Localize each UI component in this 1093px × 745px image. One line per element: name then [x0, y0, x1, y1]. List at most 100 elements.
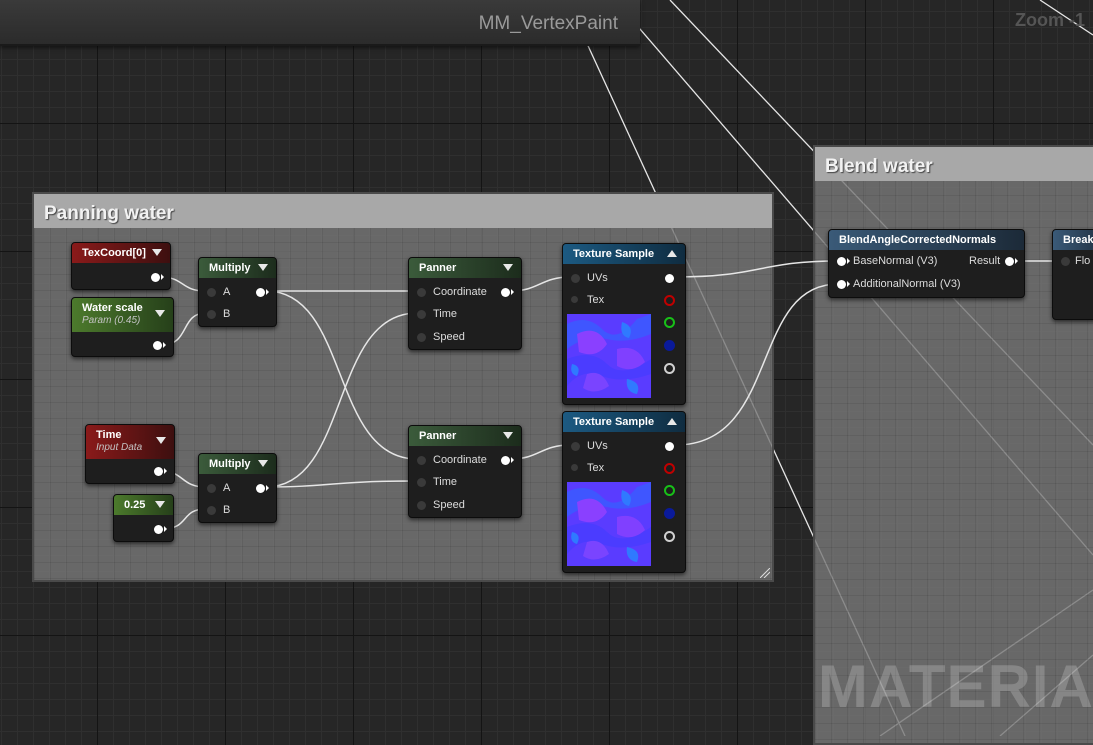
- node-title: Panner: [409, 258, 521, 278]
- pin-label: Time: [433, 476, 458, 488]
- input-pin-uvs[interactable]: [571, 274, 580, 283]
- material-graph-canvas[interactable]: Blend water Panning water MM_VertexPaint…: [0, 0, 1093, 745]
- node-texture-sample-1[interactable]: Texture Sample UVs Tex: [562, 243, 686, 405]
- output-pin-rgb[interactable]: [665, 442, 674, 451]
- output-pin-r[interactable]: [664, 295, 675, 306]
- node-title: Break: [1053, 230, 1093, 250]
- input-pin-uvs[interactable]: [571, 442, 580, 451]
- input-pin-coordinate[interactable]: [417, 288, 426, 297]
- pin-arrow-icon: [511, 457, 514, 463]
- graph-title-bar: MM_VertexPaint: [0, 0, 640, 46]
- pin-arrow-icon: [163, 342, 166, 348]
- node-title: Multiply: [199, 258, 276, 278]
- node-title: Water scale Param (0.45): [72, 298, 173, 332]
- input-pin-time[interactable]: [417, 310, 426, 319]
- output-pin[interactable]: [154, 525, 163, 534]
- node-time[interactable]: Time Input Data: [85, 424, 175, 484]
- collapse-arrow-icon[interactable]: [258, 264, 268, 271]
- output-pin[interactable]: [256, 484, 265, 493]
- output-pin-a[interactable]: [664, 363, 675, 374]
- pin-label: Time: [433, 308, 458, 320]
- input-pin-tex[interactable]: [571, 296, 578, 303]
- input-pin-coordinate[interactable]: [417, 456, 426, 465]
- pin-label: A: [223, 286, 231, 298]
- material-watermark: MATERIAL: [818, 653, 1093, 720]
- node-texture-sample-2[interactable]: Texture Sample UVs Tex: [562, 411, 686, 573]
- input-pin[interactable]: [1061, 257, 1070, 266]
- output-pin[interactable]: [501, 456, 510, 465]
- input-pin-speed[interactable]: [417, 501, 426, 510]
- pin-label: Result: [969, 255, 1001, 267]
- collapse-arrow-icon[interactable]: [155, 310, 165, 317]
- normal-map-thumbnail: [567, 314, 651, 398]
- output-pin-g[interactable]: [664, 317, 675, 328]
- input-pin-b[interactable]: [207, 310, 216, 319]
- node-title: TexCoord[0]: [72, 243, 170, 263]
- node-blend-angle-corrected-normals[interactable]: BlendAngleCorrectedNormals BaseNormal (V…: [828, 229, 1025, 298]
- collapse-arrow-icon[interactable]: [155, 501, 165, 508]
- pin-label: Speed: [433, 499, 465, 511]
- collapse-arrow-icon[interactable]: [156, 437, 166, 444]
- collapse-arrow-icon[interactable]: [667, 250, 677, 257]
- node-title-text: Panner: [419, 430, 457, 442]
- graph-title: MM_VertexPaint: [478, 13, 618, 34]
- node-title: 0.25: [114, 495, 173, 515]
- pin-label: UVs: [587, 272, 608, 284]
- output-pin-b[interactable]: [664, 508, 675, 519]
- pin-label: Coordinate: [433, 286, 487, 298]
- output-pin-result[interactable]: [1005, 257, 1014, 266]
- input-pin-time[interactable]: [417, 478, 426, 487]
- pin-arrow-icon: [266, 289, 269, 295]
- collapse-arrow-icon[interactable]: [503, 264, 513, 271]
- node-multiply-2[interactable]: Multiply A B: [198, 453, 277, 523]
- output-pin[interactable]: [153, 341, 162, 350]
- pin-label: BaseNormal (V3): [853, 255, 938, 267]
- pin-label: Flo: [1075, 255, 1091, 267]
- output-pin-rgb[interactable]: [665, 274, 674, 283]
- input-pin-a[interactable]: [207, 288, 216, 297]
- output-pin-r[interactable]: [664, 463, 675, 474]
- input-pin-b[interactable]: [207, 506, 216, 515]
- pin-label: AdditionalNormal (V3): [853, 278, 961, 290]
- output-pin-b[interactable]: [664, 340, 675, 351]
- node-title-text: Panner: [419, 262, 457, 274]
- pin-arrow-icon: [164, 526, 167, 532]
- node-title-text: Time: [96, 429, 122, 441]
- pin-arrow-icon: [847, 258, 850, 264]
- input-pin-tex[interactable]: [571, 464, 578, 471]
- node-title-text: Water scale: [82, 302, 143, 314]
- collapse-arrow-icon[interactable]: [667, 418, 677, 425]
- output-pin[interactable]: [501, 288, 510, 297]
- node-title-text: Texture Sample: [573, 416, 655, 428]
- collapse-arrow-icon[interactable]: [503, 432, 513, 439]
- pin-arrow-icon: [164, 468, 167, 474]
- pin-label: Coordinate: [433, 454, 487, 466]
- output-pin-g[interactable]: [664, 485, 675, 496]
- node-panner-1[interactable]: Panner Coordinate Time Speed: [408, 257, 522, 350]
- collapse-arrow-icon[interactable]: [258, 460, 268, 467]
- node-title-text: Multiply: [209, 458, 251, 470]
- node-panner-2[interactable]: Panner Coordinate Time Speed: [408, 425, 522, 518]
- node-water-scale[interactable]: Water scale Param (0.45): [71, 297, 174, 357]
- pin-arrow-icon: [266, 485, 269, 491]
- output-pin-a[interactable]: [664, 531, 675, 542]
- node-title: Time Input Data: [86, 425, 174, 459]
- node-title-text: BlendAngleCorrectedNormals: [839, 234, 997, 246]
- input-pin-speed[interactable]: [417, 333, 426, 342]
- node-constant-025[interactable]: 0.25: [113, 494, 174, 542]
- output-pin[interactable]: [154, 467, 163, 476]
- input-pin-base-normal[interactable]: [837, 257, 846, 266]
- normal-map-thumbnail: [567, 482, 651, 566]
- output-pin[interactable]: [151, 273, 160, 282]
- node-texcoord[interactable]: TexCoord[0]: [71, 242, 171, 290]
- pin-label: Tex: [587, 294, 605, 306]
- input-pin-a[interactable]: [207, 484, 216, 493]
- input-pin-additional-normal[interactable]: [837, 280, 846, 289]
- collapse-arrow-icon[interactable]: [152, 249, 162, 256]
- node-title-text: Multiply: [209, 262, 251, 274]
- output-pin[interactable]: [256, 288, 265, 297]
- pin-arrow-icon: [1015, 258, 1018, 264]
- node-title: Panner: [409, 426, 521, 446]
- node-break[interactable]: Break Flo: [1052, 229, 1093, 320]
- node-multiply-1[interactable]: Multiply A B: [198, 257, 277, 327]
